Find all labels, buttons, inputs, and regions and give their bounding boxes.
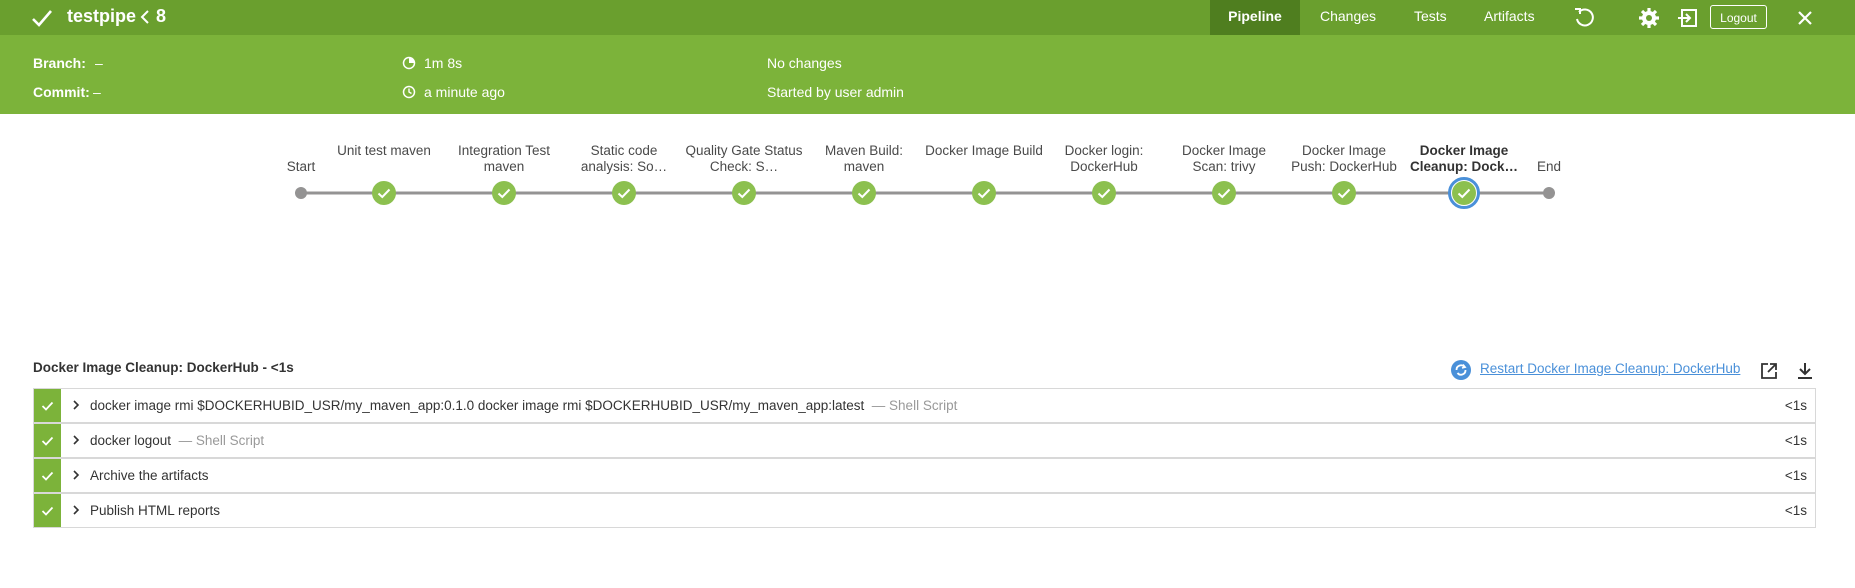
step-duration: <1s: [1784, 433, 1807, 448]
step-row[interactable]: docker image rmi $DOCKERHUBID_USR/my_mav…: [33, 388, 1816, 423]
stage-label: Start: [286, 159, 316, 174]
stage-label: Maven Build: maven: [824, 143, 904, 174]
stage-node-success[interactable]: [488, 177, 520, 209]
stage-label: Docker Image Build: [925, 143, 1043, 158]
branch-label: Branch:: [33, 55, 86, 71]
stage-node-success[interactable]: [1208, 177, 1240, 209]
success-check-icon: [32, 10, 52, 27]
run-time-ago: a minute ago: [424, 84, 505, 100]
rerun-icon[interactable]: [1572, 6, 1596, 30]
run-number: 8: [156, 6, 167, 26]
run-summary: Branch: – Commit: – 1m 8s a minute ago N…: [0, 35, 1855, 114]
pipeline-name[interactable]: testpipe: [67, 6, 136, 27]
tab-tests[interactable]: Tests: [1414, 0, 1447, 35]
check-icon: [41, 471, 54, 481]
step-type: — Shell Script: [178, 433, 265, 448]
stage-label: Quality Gate Status Check: S…: [685, 143, 803, 174]
step-name: docker logout: [90, 433, 172, 448]
duration-icon: [402, 56, 416, 70]
step-name: docker image rmi $DOCKERHUBID_USR/my_mav…: [90, 398, 865, 413]
stage-label: Static code analysis: So…: [580, 143, 668, 174]
chevron-left-icon: [140, 10, 149, 24]
branch-value: –: [95, 55, 103, 71]
step-row[interactable]: docker logout — Shell Script <1s: [33, 423, 1816, 458]
changes-summary: No changes: [767, 55, 842, 71]
step-status-success: [34, 494, 61, 527]
check-icon: [41, 436, 54, 446]
stage-node-success[interactable]: [1088, 177, 1120, 209]
pipeline-graph: Start Unit test maven Integration Test mav…: [0, 114, 1855, 244]
tab-changes[interactable]: Changes: [1320, 0, 1376, 35]
step-text: Publish HTML reports: [90, 503, 220, 518]
gear-icon[interactable]: [1637, 6, 1661, 30]
run-duration: 1m 8s: [424, 55, 463, 71]
step-duration: <1s: [1784, 468, 1807, 483]
clock-icon: [402, 85, 416, 99]
chevron-right-icon[interactable]: [69, 503, 83, 517]
tab-artifacts[interactable]: Artifacts: [1484, 0, 1535, 35]
step-row[interactable]: Publish HTML reports <1s: [33, 493, 1816, 528]
stage-label: Integration Test maven: [457, 143, 551, 174]
step-text: docker logout — Shell Script: [90, 433, 264, 448]
step-duration: <1s: [1784, 503, 1807, 518]
tab-pipeline[interactable]: Pipeline: [1210, 0, 1300, 35]
open-in-new-icon[interactable]: [1759, 361, 1779, 381]
started-by: Started by user admin: [767, 84, 904, 100]
commit-label: Commit:: [33, 84, 90, 100]
stage-label: Unit test maven: [337, 143, 431, 158]
step-status-success: [34, 424, 61, 457]
step-name: Publish HTML reports: [90, 503, 221, 518]
step-text: docker image rmi $DOCKERHUBID_USR/my_mav…: [90, 398, 957, 413]
step-name: Archive the artifacts: [90, 468, 209, 483]
stage-node-success[interactable]: [848, 177, 880, 209]
step-text: Archive the artifacts: [90, 468, 209, 483]
chevron-right-icon[interactable]: [69, 433, 83, 447]
stage-label: Docker login: DockerHub: [1064, 143, 1144, 174]
stage-node-success[interactable]: [608, 177, 640, 209]
check-icon: [41, 506, 54, 516]
chevron-right-icon[interactable]: [69, 468, 83, 482]
close-icon[interactable]: [1793, 6, 1817, 30]
stage-node-success[interactable]: [728, 177, 760, 209]
step-type: — Shell Script: [871, 398, 958, 413]
exit-classic-icon[interactable]: [1676, 6, 1700, 30]
logout-button[interactable]: Logout: [1710, 5, 1767, 29]
pipeline-connector-line: [301, 191, 1549, 195]
stage-label: Docker Image Scan: trivy: [1181, 143, 1267, 174]
stage-label: Docker Image Push: DockerHub: [1291, 143, 1397, 174]
chevron-right-icon[interactable]: [69, 398, 83, 412]
step-row[interactable]: Archive the artifacts <1s: [33, 458, 1816, 493]
step-log-title: Docker Image Cleanup: DockerHub - <1s: [33, 360, 294, 375]
restart-stage-icon[interactable]: [1450, 359, 1472, 381]
download-icon[interactable]: [1795, 361, 1815, 381]
pipeline-endpoint-node: [1543, 187, 1555, 199]
stage-node-success[interactable]: [968, 177, 1000, 209]
check-icon: [41, 401, 54, 411]
step-status-success: [34, 459, 61, 492]
top-bar: testpipe 8 Pipeline Changes Tests Artifa…: [0, 0, 1855, 35]
restart-stage-link[interactable]: Restart Docker Image Cleanup: DockerHub: [1480, 361, 1740, 376]
stage-node-success[interactable]: [368, 177, 400, 209]
step-status-success: [34, 389, 61, 422]
stage-label: End: [1536, 159, 1562, 174]
step-duration: <1s: [1784, 398, 1807, 413]
pipeline-endpoint-node: [295, 187, 307, 199]
commit-value: –: [93, 84, 101, 100]
stage-node-success[interactable]: [1328, 177, 1360, 209]
stage-node-selected[interactable]: [1448, 177, 1480, 209]
